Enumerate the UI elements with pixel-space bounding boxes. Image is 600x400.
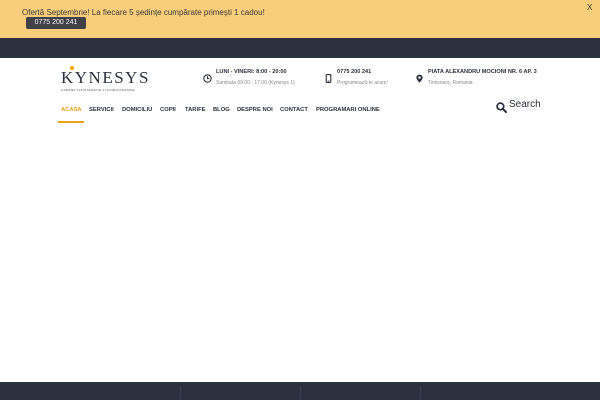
nav-item-domiciliu[interactable]: DOMICILIU — [122, 107, 152, 113]
logo[interactable]: KYNESYS CABINET FIZIOTERAPIE ȘI KINETOTE… — [61, 66, 148, 94]
nav-item-tarife[interactable]: TARIFE — [185, 107, 206, 113]
phone-icon — [324, 70, 333, 88]
logo-dot-icon — [70, 66, 74, 70]
nav-item-acasa[interactable]: ACASA — [61, 107, 82, 113]
footer-divider — [180, 386, 181, 400]
search-label: Search — [509, 99, 541, 110]
clock-icon — [203, 70, 212, 88]
map-pin-icon — [415, 70, 424, 88]
info-phone-title: 0775 200 241 — [337, 69, 372, 75]
promo-phone-button[interactable]: 0775 200 241 — [26, 17, 86, 29]
top-bar — [0, 38, 600, 58]
info-address-title: PIATA ALEXANDRU MOCIONI NR. 6 AP. 3 — [428, 69, 537, 75]
nav-item-contact[interactable]: CONTACT — [280, 107, 308, 113]
footer-bar — [0, 382, 600, 400]
info-hours-subtitle: Sambata 09:00 - 17:00 (Kynesys 1) — [216, 80, 295, 86]
promo-text: Ofertă Septembrie! La fiecare 5 ședințe … — [22, 8, 265, 17]
nav-active-indicator — [58, 121, 84, 123]
promo-bar: Ofertă Septembrie! La fiecare 5 ședințe … — [0, 0, 600, 38]
site-header: KYNESYS CABINET FIZIOTERAPIE ȘI KINETOTE… — [0, 58, 600, 128]
footer-divider — [420, 386, 421, 400]
logo-tagline: CABINET FIZIOTERAPIE ȘI KINETOTERAPIE — [61, 88, 135, 92]
info-address-subtitle: Timisoara, Romania — [428, 80, 473, 86]
info-phone-subtitle: Programează-te acum! — [337, 80, 388, 86]
nav-item-blog[interactable]: BLOG — [213, 107, 230, 113]
info-hours-title: LUNI - VINERI: 8:00 - 20:00 — [216, 69, 287, 75]
search-icon — [496, 100, 507, 118]
promo-close-button[interactable]: X — [587, 3, 592, 12]
logo-wordmark: KYNESYS — [61, 68, 150, 87]
nav-item-programari-online[interactable]: PROGRAMARI ONLINE — [316, 107, 380, 113]
footer-divider — [300, 386, 301, 400]
nav-item-despre-noi[interactable]: DESPRE NOI — [237, 107, 273, 113]
nav-item-servicii[interactable]: SERVICII — [89, 107, 114, 113]
nav-item-copii[interactable]: COPII — [160, 107, 176, 113]
